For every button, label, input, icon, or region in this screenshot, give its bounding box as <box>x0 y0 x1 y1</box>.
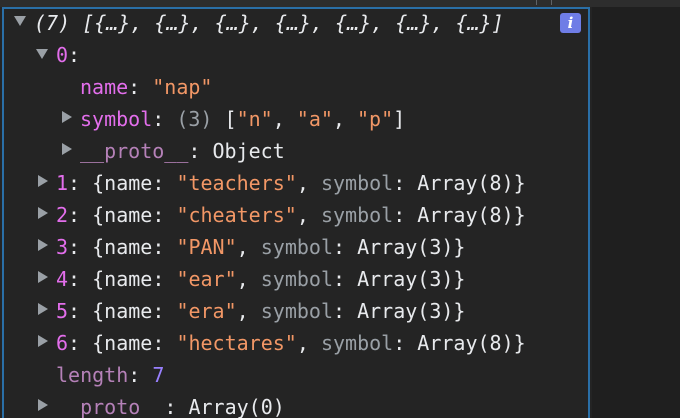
devtools-console: (7) [{…}, {…}, {…}, {…}, {…}, {…}, {…}] … <box>0 0 680 418</box>
array-element: "a" <box>296 107 333 131</box>
item-0-proto-property[interactable]: __proto__: Object <box>80 135 285 167</box>
property-key: name <box>80 75 129 99</box>
side-pane <box>592 7 680 418</box>
top-strip <box>0 0 680 7</box>
collapsed-triangle-icon[interactable] <box>38 207 48 219</box>
array-count: (3) <box>176 107 213 131</box>
name-value: "teachers" <box>176 171 297 195</box>
collapsed-triangle-icon[interactable] <box>38 175 48 187</box>
property-value: 7 <box>152 363 165 387</box>
root-array-summary[interactable]: (7) [{…}, {…}, {…}, {…}, {…}, {…}, {…}] <box>34 7 504 39</box>
collapsed-triangle-icon[interactable] <box>38 239 48 251</box>
array-count: (7) <box>34 11 71 35</box>
collapsed-triangle-icon[interactable] <box>38 271 48 283</box>
table-row[interactable]: 5: {name: "era", symbol: Array(3)} <box>56 295 465 327</box>
item-0-name-property: name: "nap" <box>80 75 213 99</box>
array-element: "p" <box>357 107 394 131</box>
collapsed-triangle-icon[interactable] <box>62 143 72 155</box>
symbol-value: Array(8) <box>417 203 514 227</box>
property-key: length <box>56 363 129 387</box>
property-value: Object <box>212 139 285 163</box>
property-key: __proto__ <box>56 395 165 418</box>
property-value: Array(0) <box>188 395 285 418</box>
item-index: 3 <box>56 235 69 259</box>
name-value: "PAN" <box>176 235 237 259</box>
item-index: 2 <box>56 203 69 227</box>
item-index: 1 <box>56 171 69 195</box>
item-0-symbol-property[interactable]: symbol: (3) ["n", "a", "p"] <box>80 103 405 135</box>
array-preview: [{…}, {…}, {…}, {…}, {…}, {…}, {…}] <box>82 11 504 35</box>
table-row[interactable]: 4: {name: "ear", symbol: Array(3)} <box>56 263 465 295</box>
property-key: symbol <box>80 107 153 131</box>
info-icon[interactable]: i <box>560 13 581 33</box>
item-index: 5 <box>56 299 69 323</box>
symbol-value: Array(3) <box>357 267 454 291</box>
table-row[interactable]: 6: {name: "hectares", symbol: Array(8)} <box>56 327 526 359</box>
name-value: "era" <box>176 299 237 323</box>
collapsed-triangle-icon[interactable] <box>38 399 48 411</box>
strip-tick <box>551 0 552 5</box>
collapsed-triangle-icon[interactable] <box>38 303 48 315</box>
symbol-value: Array(8) <box>417 171 514 195</box>
symbol-value: Array(8) <box>417 331 514 355</box>
item-index: 4 <box>56 267 69 291</box>
name-value: "cheaters" <box>176 203 297 227</box>
array-proto-property[interactable]: __proto__: Array(0) <box>56 391 285 418</box>
property-key: __proto__ <box>80 139 189 163</box>
table-row[interactable]: 1: {name: "teachers", symbol: Array(8)} <box>56 167 526 199</box>
table-row[interactable]: 2: {name: "cheaters", symbol: Array(8)} <box>56 199 526 231</box>
symbol-value: Array(3) <box>357 235 454 259</box>
collapsed-triangle-icon[interactable] <box>38 335 48 347</box>
collapsed-triangle-icon[interactable] <box>62 111 72 123</box>
length-property: length: 7 <box>56 363 165 387</box>
array-element: "n" <box>236 107 273 131</box>
name-value: "ear" <box>176 267 237 291</box>
name-value: "hectares" <box>176 331 297 355</box>
item-index: 0 <box>56 43 69 67</box>
table-row[interactable]: 3: {name: "PAN", symbol: Array(3)} <box>56 231 465 263</box>
symbol-value: Array(3) <box>357 299 454 323</box>
expand-triangle-icon[interactable] <box>14 16 26 26</box>
expand-triangle-icon[interactable] <box>36 49 48 59</box>
item-index: 6 <box>56 331 69 355</box>
strip-tick <box>536 0 537 5</box>
item-0-header[interactable]: 0: <box>56 39 80 71</box>
property-value: "nap" <box>152 75 213 99</box>
